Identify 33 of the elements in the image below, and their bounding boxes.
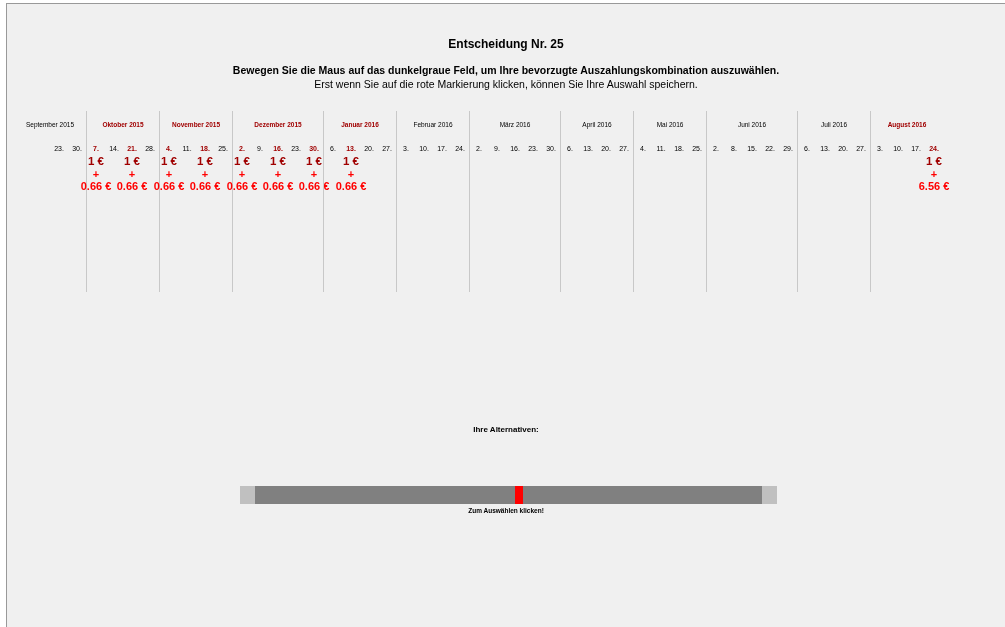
bonus-amount: 0.66 € — [116, 180, 148, 193]
instruction-text: Bewegen Sie die Maus auf das dunkelgraue Feld, um Ihre bevorzugte Auszahlungskombination auszuwählen. — [231, 64, 781, 76]
plus-sign: + — [201, 167, 209, 180]
payment-amount: 1 € — [88, 155, 104, 168]
slider-thumb[interactable] — [514, 486, 523, 504]
plus-sign: + — [165, 167, 173, 180]
payment-amount: 1 € — [343, 155, 359, 168]
alternatives-label: Ihre Alternativen: — [472, 425, 540, 434]
plus-sign: + — [238, 167, 246, 180]
slider-end — [762, 486, 777, 504]
plus-sign: + — [347, 167, 355, 180]
plus-sign: + — [930, 167, 938, 180]
bonus-amount: 0.66 € — [335, 180, 367, 193]
payment-amount: 1 € — [124, 155, 140, 168]
bonus-amount: 0.66 € — [189, 180, 221, 193]
bonus-amount: 6.56 € — [918, 180, 950, 193]
bonus-amount: 0.66 € — [262, 180, 294, 193]
plus-sign: + — [310, 167, 318, 180]
bonus-amount: 0.66 € — [153, 180, 185, 193]
payment-amount: 1 € — [306, 155, 322, 168]
payment-amount: 1 € — [270, 155, 286, 168]
decision-title: Entscheidung Nr. 25 — [447, 37, 565, 51]
plus-sign: + — [274, 167, 282, 180]
payment-amount: 1 € — [161, 155, 177, 168]
plus-sign: + — [92, 167, 100, 180]
bonus-amount: 0.66 € — [226, 180, 258, 193]
payment-amount: 1 € — [197, 155, 213, 168]
hint-text: Erst wenn Sie auf die rote Markierung klicken, können Sie Ihre Auswahl speichern. — [313, 78, 699, 90]
payment-amount: 1 € — [926, 155, 942, 168]
plus-sign: + — [128, 167, 136, 180]
slider-end — [240, 486, 255, 504]
bonus-amount: 0.66 € — [80, 180, 112, 193]
payment-amount: 1 € — [234, 155, 250, 168]
